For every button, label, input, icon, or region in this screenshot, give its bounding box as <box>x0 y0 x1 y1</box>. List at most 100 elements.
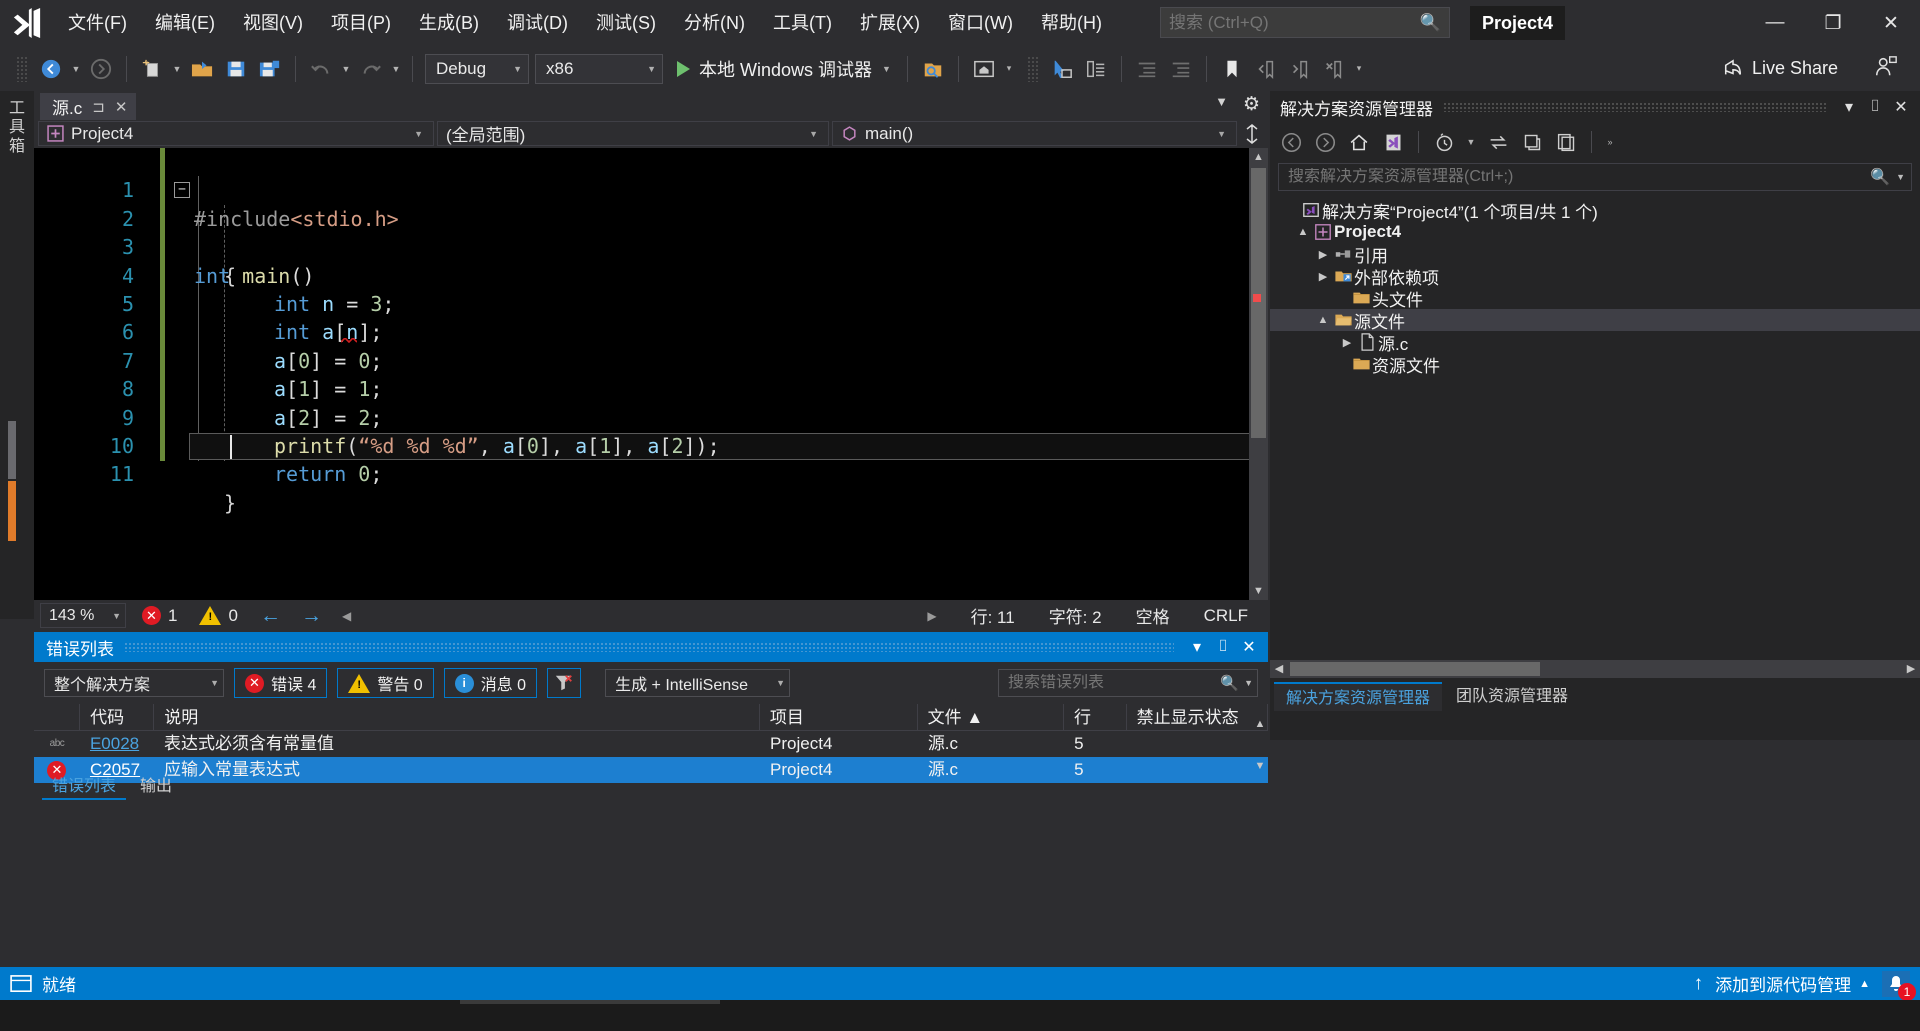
toolbar-grip[interactable] <box>16 55 28 82</box>
minimize-button[interactable]: — <box>1746 0 1804 46</box>
solution-view-icon[interactable] <box>1378 128 1408 156</box>
code-line[interactable]: 2 − int main() <box>34 176 1268 288</box>
chevron-down-icon[interactable]: ▼ <box>1215 94 1228 109</box>
twisty-collapsed[interactable]: ▶ <box>1338 336 1356 349</box>
bookmark-icon[interactable] <box>1215 52 1249 86</box>
editor-error-count[interactable]: ✕ 1 <box>142 606 177 626</box>
code-line[interactable]: 9 printf(“%d %d %d”, a[0], a[1], a[2]); <box>34 375 1268 458</box>
error-scope-select[interactable]: 整个解决方案 ▼ <box>44 669 224 697</box>
navbar-scope-select[interactable]: (全局范围) ▼ <box>437 121 829 146</box>
close-icon[interactable]: ✕ <box>1888 97 1914 117</box>
clear-bookmarks-icon[interactable] <box>1317 52 1351 86</box>
panel-drag-handle[interactable] <box>124 642 1174 652</box>
undo-icon[interactable] <box>304 52 338 86</box>
solution-platform-select[interactable]: x86 ▼ <box>535 53 663 84</box>
comment-block-icon[interactable] <box>1079 52 1113 86</box>
panel-menu-icon[interactable]: ▾ <box>1836 97 1862 117</box>
column-header-description[interactable]: 说明 <box>154 703 760 731</box>
menu-help[interactable]: 帮助(H) <box>1027 0 1116 46</box>
navbar-project-select[interactable]: Project4 ▼ <box>38 121 434 146</box>
close-icon[interactable]: ✕ <box>115 98 128 116</box>
tab-output[interactable]: 输出 <box>130 773 182 800</box>
refresh-icon[interactable] <box>1517 128 1547 156</box>
chevron-down-icon[interactable]: ▼ <box>1463 125 1479 159</box>
scrollbar-thumb[interactable] <box>1251 168 1266 438</box>
code-line[interactable]: 1 #include<stdio.h> <box>34 148 1268 230</box>
navigate-backward-caret[interactable]: ▼ <box>68 52 84 86</box>
collapse-icon[interactable]: − <box>174 182 190 199</box>
menu-file[interactable]: 文件(F) <box>54 0 141 46</box>
maximize-button[interactable]: ❐ <box>1804 0 1862 46</box>
taskbar-item[interactable] <box>460 1000 720 1004</box>
solution-explorer-search[interactable]: 🔍 ▼ <box>1278 163 1912 191</box>
quick-launch-input[interactable] <box>1169 12 1420 33</box>
code-line[interactable]: 4 int n = 3; <box>34 233 1268 316</box>
tab-error-list[interactable]: 错误列表 <box>42 773 127 800</box>
scroll-up-icon[interactable]: ▲ <box>1252 718 1268 730</box>
twisty-expanded[interactable]: ▲ <box>1314 314 1332 326</box>
start-debugging-button[interactable]: 本地 Windows 调试器 ▼ <box>669 52 899 86</box>
solution-search-input[interactable] <box>1288 168 1871 186</box>
tree-item-references[interactable]: ▶ 引用 <box>1270 243 1920 266</box>
error-code[interactable]: E0028 <box>80 731 154 757</box>
scroll-down-icon[interactable]: ▼ <box>1252 760 1268 772</box>
chevron-down-icon[interactable]: ▼ <box>882 64 891 74</box>
warnings-filter-toggle[interactable]: ! 警告 0 <box>337 668 434 698</box>
panel-menu-icon[interactable]: ▾ <box>1184 637 1210 657</box>
error-list-search[interactable]: 🔍 ▼ <box>998 669 1258 697</box>
solution-configuration-select[interactable]: Debug ▼ <box>425 53 529 84</box>
menu-test[interactable]: 测试(S) <box>582 0 670 46</box>
toolbox-tab[interactable]: 工具箱 <box>0 91 34 619</box>
menu-tools[interactable]: 工具(T) <box>759 0 846 46</box>
code-line[interactable]: 11 } <box>34 432 1268 515</box>
toolbar-overflow-caret-2[interactable]: ▾ <box>1351 52 1367 86</box>
code-editor[interactable]: 1 #include<stdio.h> 2 − int main() 3 { 4… <box>34 148 1268 600</box>
menu-window[interactable]: 窗口(W) <box>934 0 1027 46</box>
error-list-row[interactable]: abc E0028 表达式必须含有常量值 Project4 源.c 5 <box>34 731 1268 757</box>
tree-item-project[interactable]: ▲ Project4 <box>1270 221 1920 243</box>
previous-issue-icon[interactable]: ← <box>260 604 281 628</box>
forward-icon[interactable] <box>1310 128 1340 156</box>
code-line[interactable]: 3 { <box>34 205 1268 287</box>
scroll-down-icon[interactable]: ▼ <box>1249 582 1268 600</box>
show-all-files-icon[interactable] <box>1551 128 1581 156</box>
menu-extensions[interactable]: 扩展(X) <box>846 0 934 46</box>
twisty-expanded[interactable]: ▲ <box>1294 226 1312 238</box>
scroll-right-icon[interactable]: ▶ <box>1902 660 1920 678</box>
zoom-level-select[interactable]: 143 % ▼ <box>40 603 126 628</box>
code-line[interactable]: 7 a[1] = 1; <box>34 318 1268 401</box>
errors-filter-toggle[interactable]: ✕ 错误 4 <box>234 668 328 698</box>
build-intellisense-select[interactable]: 生成 + IntelliSense ▼ <box>605 669 791 697</box>
editor-vertical-scrollbar[interactable]: ▲ ▼ <box>1249 148 1268 600</box>
editor-warning-count[interactable]: ! 0 <box>199 606 238 626</box>
error-list-vertical-scrollbar[interactable]: ▲ ▼ <box>1252 718 1268 778</box>
line-ending-mode[interactable]: CRLF <box>1204 606 1248 626</box>
undo-caret[interactable]: ▼ <box>338 52 354 86</box>
code-line[interactable]: 8 a[2] = 2; <box>34 347 1268 429</box>
decrease-indent-icon[interactable] <box>1130 52 1164 86</box>
scroll-left-icon[interactable]: ◀ <box>1270 660 1288 678</box>
tree-item-header-files[interactable]: 头文件 <box>1270 287 1920 310</box>
notifications-button[interactable]: 1 <box>1882 970 1916 1001</box>
next-bookmark-icon[interactable] <box>1283 52 1317 86</box>
increase-indent-icon[interactable] <box>1164 52 1198 86</box>
pin-icon[interactable]: ⊐ <box>92 98 105 116</box>
column-header-project[interactable]: 项目 <box>760 703 918 731</box>
column-header-file[interactable]: 文件 ▲ <box>918 703 1064 731</box>
pending-changes-icon[interactable] <box>1429 128 1459 156</box>
add-to-source-control-button[interactable]: 添加到源代码管理 ▲ <box>1715 971 1870 996</box>
twisty-collapsed[interactable]: ▶ <box>1314 248 1332 261</box>
menu-debug[interactable]: 调试(D) <box>493 0 582 46</box>
chevron-down-icon[interactable]: ▼ <box>1896 172 1905 182</box>
toolbar-overflow-caret[interactable]: ▾ <box>1001 52 1017 86</box>
panel-drag-handle[interactable] <box>1443 102 1826 112</box>
pointer-select-icon[interactable] <box>1045 52 1079 86</box>
column-header-code[interactable]: 代码 <box>80 703 155 731</box>
tree-item-external-dependencies[interactable]: ▶ 外部依赖项 <box>1270 265 1920 288</box>
scrollbar-thumb[interactable] <box>1290 662 1540 676</box>
column-header-suppression[interactable]: 禁止显示状态 <box>1127 703 1268 731</box>
previous-bookmark-icon[interactable] <box>1249 52 1283 86</box>
toolbar-overflow-icon[interactable]: » <box>1602 125 1618 159</box>
save-all-icon[interactable] <box>253 52 287 86</box>
search-project-icon[interactable] <box>916 52 950 86</box>
